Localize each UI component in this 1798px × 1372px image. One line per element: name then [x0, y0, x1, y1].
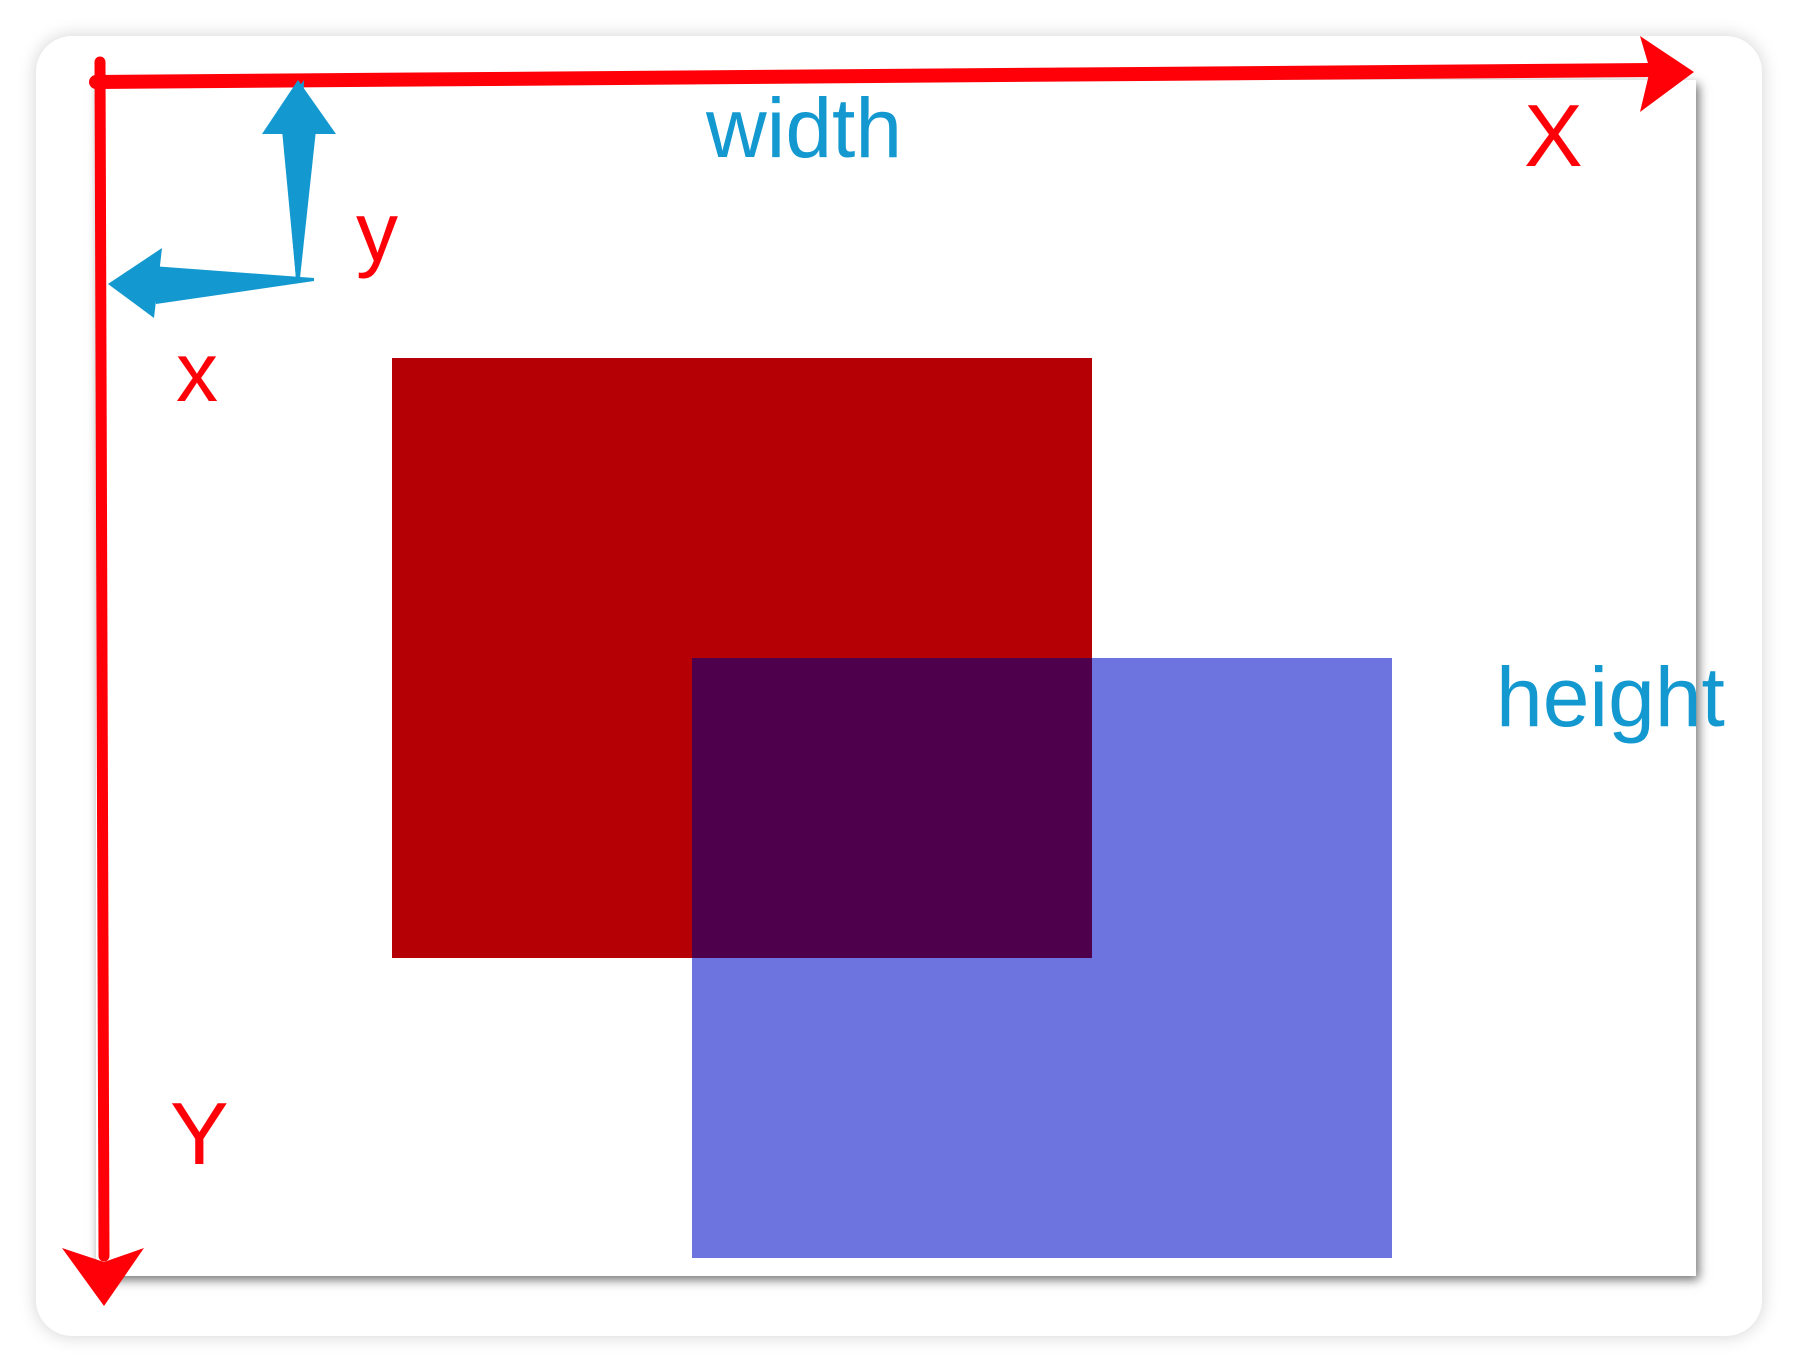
offset-y-arrow-head: [262, 80, 336, 134]
height-label: height: [1496, 650, 1725, 744]
offset-x-label: x: [176, 325, 218, 419]
offset-x-arrow-shaft: [152, 266, 314, 304]
offset-y-label: y: [356, 185, 398, 279]
width-label: width: [706, 81, 903, 175]
y-axis-line: [94, 56, 110, 1262]
y-axis-label: Y: [170, 1084, 229, 1183]
x-axis-label: X: [1524, 86, 1583, 185]
offset-y-arrow-shaft: [282, 130, 316, 278]
diagram: width height X Y y x: [0, 0, 1798, 1372]
